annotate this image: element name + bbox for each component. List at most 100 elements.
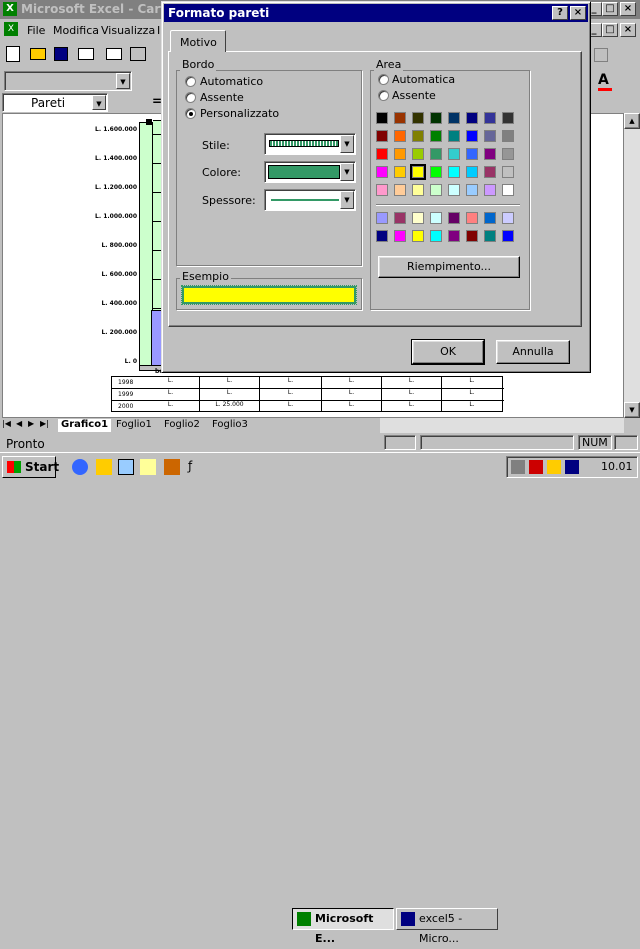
color-swatch[interactable] <box>466 212 478 224</box>
color-swatch[interactable] <box>394 166 406 178</box>
doc-restore-button[interactable]: □ <box>602 23 618 37</box>
color-swatch[interactable] <box>484 166 496 178</box>
color-swatch[interactable] <box>412 212 424 224</box>
menu-inserisci[interactable]: I <box>157 24 160 37</box>
color-swatch[interactable] <box>484 130 496 142</box>
radio-automatico[interactable] <box>185 76 196 87</box>
color-swatch[interactable] <box>412 130 424 142</box>
color-swatch[interactable] <box>430 184 442 196</box>
color-swatch[interactable] <box>394 212 406 224</box>
color-swatch[interactable] <box>448 130 460 142</box>
wall-selection-handle[interactable] <box>146 119 152 125</box>
tab-motivo[interactable]: Motivo <box>170 30 226 52</box>
color-swatch[interactable] <box>376 184 388 196</box>
color-swatch[interactable] <box>466 166 478 178</box>
tray-icon-volume[interactable] <box>547 460 561 474</box>
color-swatch[interactable] <box>430 212 442 224</box>
color-swatch[interactable] <box>502 112 514 124</box>
horizontal-scrollbar[interactable] <box>380 418 624 433</box>
close-button[interactable]: × <box>620 2 636 16</box>
color-swatch[interactable] <box>376 230 388 242</box>
color-swatch[interactable] <box>502 184 514 196</box>
color-swatch[interactable] <box>410 164 426 180</box>
color-swatch[interactable] <box>448 112 460 124</box>
help-dropdown-icon[interactable] <box>594 48 608 62</box>
radio-personalizzato[interactable] <box>185 108 196 119</box>
color-swatch[interactable] <box>412 230 424 242</box>
color-swatch[interactable] <box>448 166 460 178</box>
color-swatch[interactable] <box>484 148 496 160</box>
color-swatch[interactable] <box>412 112 424 124</box>
color-swatch[interactable] <box>394 130 406 142</box>
colore-dropdown[interactable]: ▼ <box>264 161 356 183</box>
scroll-up-button[interactable]: ▲ <box>624 113 640 129</box>
color-swatch[interactable] <box>466 130 478 142</box>
dialog-close-button[interactable]: × <box>570 6 586 20</box>
tray-icon-scheduler[interactable] <box>529 460 543 474</box>
restore-button[interactable]: □ <box>602 2 618 16</box>
font-combo[interactable]: ▼ <box>4 71 132 91</box>
tab-scroll-prev-icon[interactable]: ◀ <box>16 419 22 428</box>
doc-close-button[interactable]: × <box>620 23 636 37</box>
annulla-button[interactable]: Annulla <box>496 340 570 364</box>
open-icon[interactable] <box>30 48 46 60</box>
tab-grafico1[interactable]: Grafico1 <box>58 419 112 432</box>
name-box[interactable]: Pareti ▼ <box>2 93 108 112</box>
channels-quicklaunch-icon[interactable] <box>140 459 156 475</box>
tab-foglio1[interactable]: Foglio1 <box>116 419 152 432</box>
stile-dropdown[interactable]: ▼ <box>264 133 356 155</box>
desktop-quicklaunch-icon[interactable] <box>118 459 134 475</box>
color-swatch[interactable] <box>430 148 442 160</box>
color-swatch[interactable] <box>376 166 388 178</box>
radio-assente-area[interactable] <box>378 90 389 101</box>
color-swatch[interactable] <box>502 166 514 178</box>
color-swatch[interactable] <box>430 230 442 242</box>
print-icon[interactable] <box>78 48 94 60</box>
menu-visualizza[interactable]: Visualizza <box>101 24 155 37</box>
tab-foglio3[interactable]: Foglio3 <box>212 419 248 432</box>
color-swatch[interactable] <box>430 112 442 124</box>
color-swatch[interactable] <box>448 212 460 224</box>
dialog-help-button[interactable]: ? <box>552 6 568 20</box>
color-swatch[interactable] <box>412 148 424 160</box>
color-swatch[interactable] <box>484 112 496 124</box>
color-swatch[interactable] <box>502 130 514 142</box>
color-swatch[interactable] <box>448 184 460 196</box>
spessore-dropdown[interactable]: ▼ <box>264 189 356 211</box>
color-swatch[interactable] <box>430 166 442 178</box>
color-swatch[interactable] <box>376 130 388 142</box>
color-swatch[interactable] <box>484 184 496 196</box>
extra-quicklaunch-icon[interactable]: ƒ <box>188 459 192 473</box>
ie-quicklaunch-icon[interactable] <box>72 459 88 475</box>
radio-assente[interactable] <box>185 92 196 103</box>
color-swatch[interactable] <box>376 212 388 224</box>
color-swatch[interactable] <box>466 184 478 196</box>
font-color-icon[interactable]: A <box>598 72 612 91</box>
color-swatch[interactable] <box>484 212 496 224</box>
menu-modifica[interactable]: Modifica <box>53 24 99 37</box>
color-swatch[interactable] <box>394 112 406 124</box>
color-swatch[interactable] <box>448 148 460 160</box>
scroll-down-button[interactable]: ▼ <box>624 402 640 418</box>
tab-scroll-next-icon[interactable]: ▶ <box>28 419 34 428</box>
tab-scroll-first-icon[interactable]: |◀ <box>2 419 11 428</box>
color-swatch[interactable] <box>412 184 424 196</box>
color-swatch[interactable] <box>376 148 388 160</box>
tab-scroll-last-icon[interactable]: ▶| <box>40 419 49 428</box>
color-swatch[interactable] <box>502 212 514 224</box>
menu-file[interactable]: File <box>27 24 45 37</box>
color-swatch[interactable] <box>394 184 406 196</box>
color-swatch[interactable] <box>394 230 406 242</box>
riempimento-button[interactable]: Riempimento... <box>378 256 520 278</box>
vertical-scrollbar[interactable]: ▲ ▼ <box>624 113 640 418</box>
tools-quicklaunch-icon[interactable] <box>164 459 180 475</box>
color-swatch[interactable] <box>376 112 388 124</box>
color-swatch[interactable] <box>466 148 478 160</box>
print-preview-icon[interactable] <box>106 48 122 60</box>
task-word[interactable]: excel5 - Micro... <box>396 908 498 945</box>
spelling-icon[interactable] <box>130 47 146 61</box>
color-swatch[interactable] <box>502 148 514 160</box>
color-swatch[interactable] <box>484 230 496 242</box>
outlook-quicklaunch-icon[interactable] <box>96 459 112 475</box>
color-swatch[interactable] <box>502 230 514 242</box>
